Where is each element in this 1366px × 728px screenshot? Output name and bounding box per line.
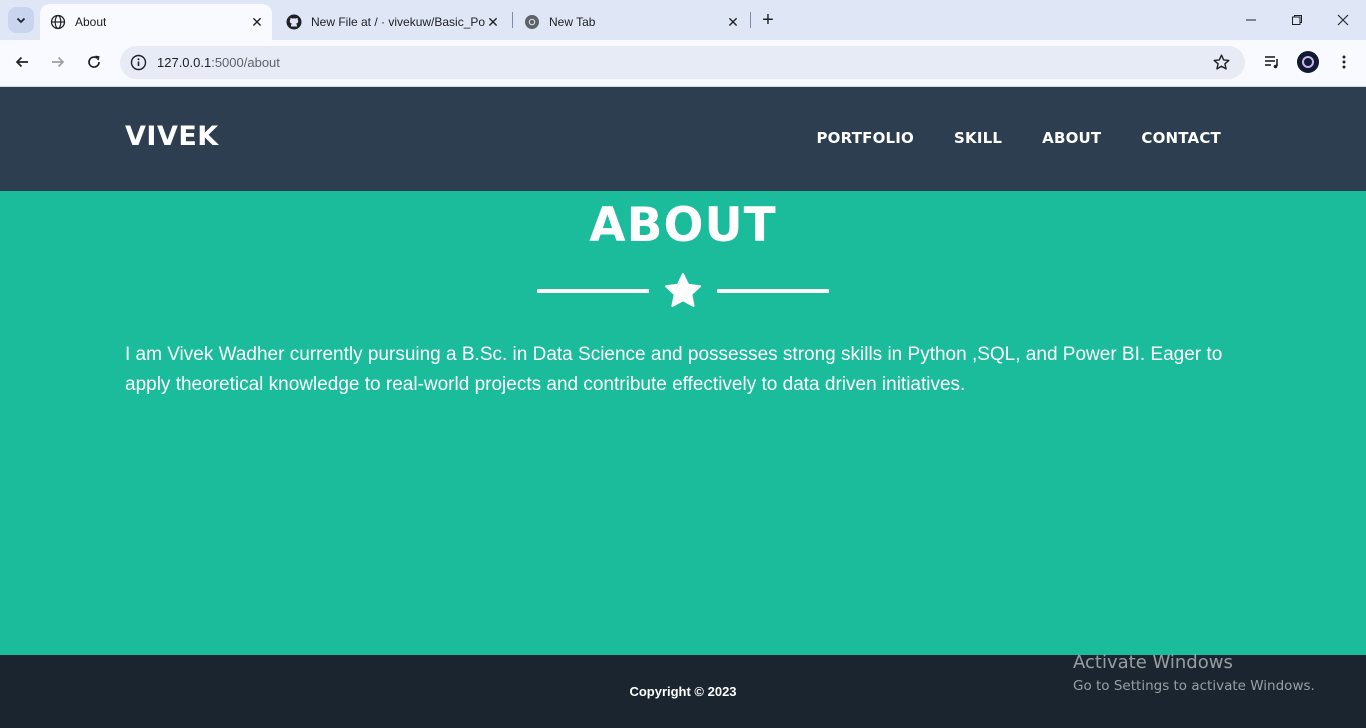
back-button[interactable] xyxy=(8,48,36,76)
minimize-icon xyxy=(1246,19,1256,21)
windows-activation-watermark: Activate Windows Go to Settings to activ… xyxy=(1073,652,1315,696)
watermark-subtitle: Go to Settings to activate Windows. xyxy=(1073,678,1315,694)
reload-icon xyxy=(88,55,100,68)
arrow-right-icon xyxy=(52,56,65,68)
url-text: 127.0.0.1:5000/about xyxy=(157,55,280,70)
profile-button[interactable] xyxy=(1294,48,1322,76)
site-header: VIVEK PORTFOLIO SKILL ABOUT CONTACT xyxy=(0,87,1366,191)
reload-button[interactable] xyxy=(80,48,108,76)
arrow-left-icon xyxy=(15,56,28,68)
close-window-button[interactable] xyxy=(1320,0,1366,40)
restore-button[interactable] xyxy=(1274,0,1320,40)
nav-contact[interactable]: CONTACT xyxy=(1141,129,1221,147)
info-icon[interactable] xyxy=(130,54,147,71)
new-tab-button[interactable]: + xyxy=(758,9,778,31)
tab-search-button[interactable] xyxy=(8,7,34,33)
avatar xyxy=(1297,51,1319,73)
tab-title: New File at / · vivekuw/Basic_Po xyxy=(311,15,486,29)
minimize-button[interactable] xyxy=(1228,0,1274,40)
watermark-title: Activate Windows xyxy=(1073,652,1233,673)
menu-button[interactable] xyxy=(1330,48,1358,76)
media-control-button[interactable] xyxy=(1258,48,1286,76)
about-description: I am Vivek Wadher currently pursuing a B… xyxy=(125,344,1223,395)
close-icon[interactable]: ✕ xyxy=(724,13,742,31)
divider-line-right xyxy=(717,289,829,293)
globe-icon xyxy=(50,14,66,30)
nav-portfolio[interactable]: PORTFOLIO xyxy=(816,129,914,147)
address-bar[interactable]: 127.0.0.1:5000/about xyxy=(120,46,1245,79)
brand-logo[interactable]: VIVEK xyxy=(125,121,219,152)
browser-toolbar: 127.0.0.1:5000/about xyxy=(0,40,1366,87)
tab-title: About xyxy=(75,15,107,29)
tab-title: New Tab xyxy=(549,15,596,29)
page-title: ABOUT xyxy=(589,198,777,253)
bookmark-star-icon[interactable] xyxy=(1212,53,1231,72)
tab-github[interactable]: New File at / · vivekuw/Basic_Po ✕ xyxy=(276,4,508,40)
nav-skill[interactable]: SKILL xyxy=(954,129,1002,147)
forward-button[interactable] xyxy=(44,48,72,76)
tab-new-tab[interactable]: New Tab ✕ xyxy=(514,4,748,40)
url-path: :5000/about xyxy=(211,55,280,70)
restore-icon xyxy=(1292,15,1302,25)
tab-about[interactable]: About ✕ xyxy=(40,4,272,40)
more-vertical-icon xyxy=(1342,55,1346,69)
main-nav: PORTFOLIO SKILL ABOUT CONTACT xyxy=(816,129,1221,147)
tab-separator xyxy=(750,12,751,28)
close-icon[interactable]: ✕ xyxy=(484,13,502,31)
tab-separator xyxy=(512,12,513,28)
star-icon xyxy=(665,273,701,307)
close-icon[interactable]: ✕ xyxy=(248,13,266,31)
nav-about[interactable]: ABOUT xyxy=(1042,129,1101,147)
chrome-icon xyxy=(524,14,540,30)
github-icon xyxy=(286,14,302,30)
close-icon xyxy=(1337,14,1349,26)
url-host: 127.0.0.1 xyxy=(157,55,212,70)
queue-music-icon xyxy=(1265,56,1278,69)
chevron-down-icon xyxy=(16,17,26,24)
divider-line-left xyxy=(537,289,649,293)
browser-tab-bar: About ✕ New File at / · vivekuw/Basic_Po… xyxy=(0,0,1366,40)
